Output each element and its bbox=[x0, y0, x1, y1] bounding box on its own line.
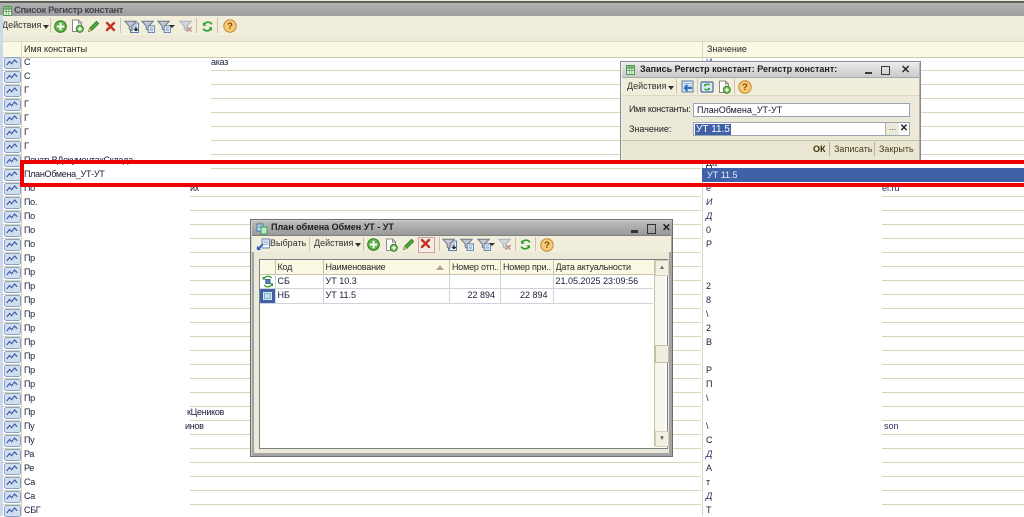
svg-text:?: ? bbox=[227, 21, 233, 32]
svg-text:?: ? bbox=[544, 240, 550, 251]
svg-text:?: ? bbox=[742, 82, 748, 93]
